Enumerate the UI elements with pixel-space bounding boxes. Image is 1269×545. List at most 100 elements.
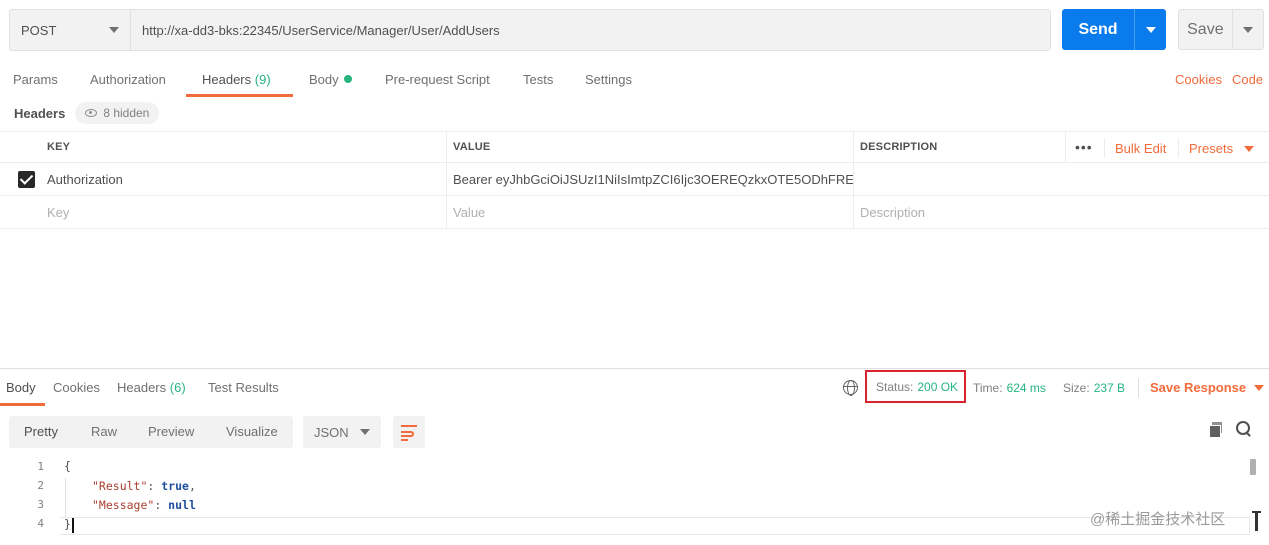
- editor-scrollbar[interactable]: [1250, 459, 1256, 475]
- divider: [1104, 138, 1105, 158]
- response-body-editor[interactable]: 1 2 3 4 { "Result": true, "Message": nul…: [0, 456, 1260, 545]
- header-description-cell[interactable]: [853, 163, 1269, 195]
- line-number: 2: [37, 479, 44, 492]
- save-response-button[interactable]: Save Response: [1150, 380, 1265, 395]
- json-value-result: true: [161, 479, 189, 493]
- header-key-cell[interactable]: Authorization: [40, 163, 446, 195]
- divider: [1178, 138, 1179, 158]
- status-value[interactable]: 200 OK: [917, 380, 958, 394]
- save-button[interactable]: Save: [1178, 9, 1264, 50]
- code-link[interactable]: Code: [1232, 72, 1263, 87]
- presets-dropdown[interactable]: Presets: [1189, 141, 1254, 156]
- hidden-headers-toggle[interactable]: 8 hidden: [75, 102, 160, 124]
- send-options-button[interactable]: [1134, 9, 1166, 50]
- tab-settings[interactable]: Settings: [585, 72, 632, 87]
- column-divider: [1065, 132, 1066, 162]
- wrap-icon-part: [401, 439, 408, 441]
- current-line-highlight: [60, 517, 1250, 535]
- colon: :: [147, 479, 162, 493]
- url-input[interactable]: http://xa-dd3-bks:22345/UserService/Mana…: [131, 10, 1050, 50]
- wrap-icon: [401, 425, 417, 427]
- response-tab-cookies[interactable]: Cookies: [53, 380, 100, 395]
- response-tab-headers[interactable]: Headers (6): [117, 380, 186, 395]
- view-mode-group: Pretty Raw Preview Visualize: [9, 416, 293, 448]
- save-response-label: Save Response: [1150, 380, 1247, 395]
- method-select[interactable]: POST: [10, 10, 131, 50]
- code-open-brace: {: [64, 459, 71, 473]
- table-header-row: KEY VALUE DESCRIPTION ••• Bulk Edit Pres…: [0, 131, 1269, 163]
- presets-label: Presets: [1189, 141, 1234, 156]
- column-header-description: DESCRIPTION: [860, 141, 938, 153]
- column-header-key: KEY: [47, 141, 71, 153]
- status-label: Status:: [876, 379, 914, 394]
- status-highlight-box: Status: 200 OK: [865, 370, 966, 403]
- tab-pre-request-script[interactable]: Pre-request Script: [385, 72, 490, 87]
- request-bar: POST http://xa-dd3-bks:22345/UserService…: [9, 9, 1051, 51]
- format-select[interactable]: JSON: [303, 416, 381, 448]
- hidden-count: 8 hidden: [103, 106, 150, 120]
- request-tabs: Params Authorization Headers (9) Body Pr…: [0, 66, 1269, 97]
- view-visualize-button[interactable]: Visualize: [226, 424, 278, 439]
- indent-guide: [65, 478, 66, 518]
- chevron-down-icon: [109, 27, 119, 33]
- format-label: JSON: [314, 424, 349, 440]
- response-tab-test-results[interactable]: Test Results: [208, 380, 279, 395]
- cookies-link[interactable]: Cookies: [1175, 72, 1222, 87]
- response-tab-body[interactable]: Body: [6, 380, 36, 395]
- tab-authorization[interactable]: Authorization: [90, 72, 166, 87]
- text-cursor-icon: [1252, 511, 1261, 531]
- json-key-result: "Result": [92, 479, 148, 493]
- view-raw-button[interactable]: Raw: [91, 424, 117, 439]
- method-label: POST: [21, 22, 57, 38]
- tab-body[interactable]: Body: [309, 72, 352, 87]
- tab-tests[interactable]: Tests: [523, 72, 553, 87]
- divider: [1138, 378, 1139, 398]
- url-text: http://xa-dd3-bks:22345/UserService/Mana…: [142, 22, 500, 38]
- headers-table: KEY VALUE DESCRIPTION ••• Bulk Edit Pres…: [0, 131, 1269, 229]
- chevron-down-icon: [1243, 146, 1254, 152]
- tab-params[interactable]: Params: [13, 72, 58, 87]
- colon: :: [154, 498, 169, 512]
- new-value-input[interactable]: Value: [446, 196, 853, 228]
- line-number: 3: [37, 498, 44, 511]
- time-label: Time:: [973, 381, 1003, 395]
- copy-icon[interactable]: [1209, 422, 1223, 438]
- json-value-message: null: [168, 498, 196, 512]
- comma: ,: [188, 479, 196, 493]
- response-tabs: Body Cookies Headers (6) Test Results St…: [0, 370, 1269, 406]
- view-pretty-button[interactable]: Pretty: [24, 424, 58, 439]
- column-header-value: VALUE: [453, 141, 491, 153]
- size-value: 237 B: [1093, 381, 1126, 395]
- new-key-input[interactable]: Key: [40, 196, 446, 228]
- response-headers-label: Headers: [117, 380, 167, 395]
- code-line-message: "Message": null: [92, 498, 196, 512]
- chevron-down-icon: [1242, 26, 1253, 33]
- chevron-down-icon: [1254, 384, 1265, 391]
- send-button[interactable]: Send: [1062, 9, 1166, 50]
- table-row-new: Key Value Description: [0, 196, 1269, 229]
- headers-title: Headers: [14, 105, 66, 121]
- json-key-message: "Message": [92, 498, 155, 512]
- chevron-down-icon: [1145, 26, 1156, 33]
- pane-divider[interactable]: [0, 368, 1269, 369]
- search-icon[interactable]: [1236, 421, 1252, 437]
- time-value: 624 ms: [1006, 381, 1046, 395]
- wrap-icon-part: [401, 431, 414, 437]
- tab-body-label: Body: [309, 72, 339, 87]
- save-options-button[interactable]: [1231, 10, 1263, 49]
- header-enabled-checkbox[interactable]: [18, 171, 35, 188]
- response-time[interactable]: Time: 624 ms: [973, 380, 1046, 395]
- watermark: @稀土掘金技术社区: [1090, 511, 1226, 528]
- view-preview-button[interactable]: Preview: [148, 424, 194, 439]
- header-value-cell[interactable]: Bearer eyJhbGciOiJSUzI1NiIsImtpZCI6Ijc3O…: [446, 163, 853, 195]
- response-headers-count: (6): [169, 380, 186, 395]
- tab-headers[interactable]: Headers (9): [202, 72, 271, 87]
- size-label: Size:: [1063, 381, 1090, 395]
- wrap-lines-button[interactable]: [393, 416, 425, 448]
- more-options-icon[interactable]: •••: [1075, 132, 1093, 162]
- globe-icon[interactable]: [843, 380, 858, 396]
- new-description-input[interactable]: Description: [853, 196, 1269, 228]
- bulk-edit-link[interactable]: Bulk Edit: [1115, 141, 1166, 156]
- text-cursor: [72, 518, 74, 533]
- response-size[interactable]: Size: 237 B: [1063, 380, 1125, 395]
